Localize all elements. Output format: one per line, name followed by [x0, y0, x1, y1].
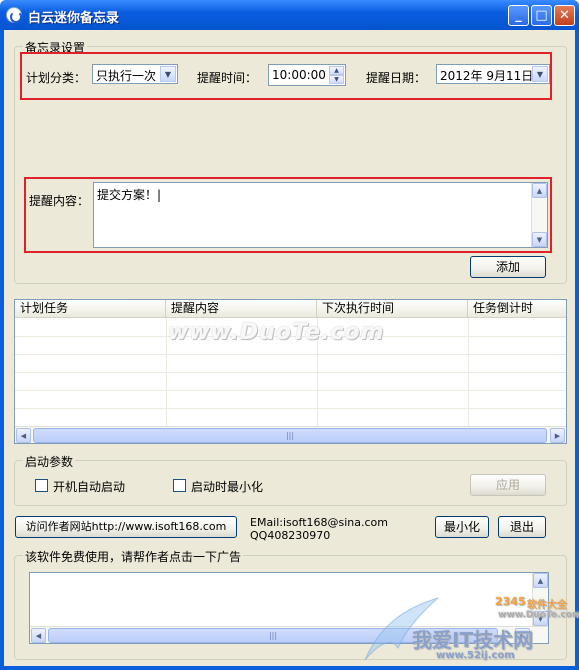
spin-down-icon[interactable]: ▼	[329, 75, 344, 84]
column-header-remind-content[interactable]: 提醒内容	[166, 300, 317, 318]
maximize-icon: □	[535, 8, 548, 23]
brand-2345-watermark: 2345	[495, 595, 526, 608]
app-icon	[6, 7, 22, 23]
window-title: 白云迷你备忘录	[28, 11, 120, 26]
remind-date-value: 2012年 9月11日	[440, 69, 534, 83]
client-area: 备忘录设置 计划分类： 只执行一次 ▼ 提醒时间： 10:00:00 ▲ ▼ 提…	[4, 30, 579, 666]
content-vscrollbar[interactable]: ▲ ▼	[531, 183, 547, 247]
startup-group-title: 启动参数	[23, 453, 76, 470]
remind-date-label: 提醒日期：	[366, 71, 427, 85]
content-textarea[interactable]: 提交方案！| ▲ ▼	[93, 182, 548, 248]
grid-line	[15, 372, 566, 373]
scroll-left-icon[interactable]: ◀	[31, 628, 46, 643]
remind-time-input[interactable]: 10:00:00 ▲ ▼	[268, 64, 346, 86]
auto-start-label[interactable]: 开机自动启动	[53, 478, 125, 495]
plan-type-select[interactable]: 只执行一次 ▼	[92, 64, 178, 84]
content-value: 提交方案！|	[97, 188, 162, 202]
calendar-dropdown-icon[interactable]: ▼	[532, 66, 548, 82]
site-domain-watermark: www.52ij.com	[436, 650, 515, 661]
maximize-window-button[interactable]: □	[531, 5, 552, 26]
site-url-watermark: www.DuoTe.com	[498, 610, 579, 620]
scroll-right-icon[interactable]: ▶	[550, 428, 565, 443]
minimize-button[interactable]: 最小化	[435, 516, 489, 538]
auto-start-checkbox[interactable]	[35, 479, 48, 492]
minimize-window-button[interactable]: _	[508, 5, 529, 26]
email-text: EMail:isoft168@sina.com	[250, 516, 388, 529]
visit-author-site-button[interactable]: 访问作者网站http://www.isoft168.com	[15, 516, 237, 538]
brand-suffix-watermark: 软件大全	[527, 600, 567, 611]
title-bar[interactable]: 白云迷你备忘录 _ □ ✕	[0, 0, 579, 30]
column-header-countdown[interactable]: 任务倒计时	[468, 300, 566, 318]
chevron-down-icon[interactable]: ▼	[160, 66, 176, 82]
start-minimized-label[interactable]: 启动时最小化	[191, 478, 263, 495]
close-icon: ✕	[559, 8, 570, 23]
column-header-next-run[interactable]: 下次执行时间	[317, 300, 468, 318]
close-window-button[interactable]: ✕	[554, 5, 575, 26]
content-label: 提醒内容：	[29, 194, 90, 208]
grid-line	[15, 408, 566, 409]
remind-date-picker[interactable]: 2012年 9月11日 ▼	[436, 64, 550, 84]
start-minimized-checkbox[interactable]	[173, 479, 186, 492]
grid-line	[15, 390, 566, 391]
task-list-header: 计划任务 提醒内容 下次执行时间 任务倒计时	[15, 300, 566, 318]
hscroll-thumb[interactable]: |||	[33, 428, 547, 443]
spin-up-icon[interactable]: ▲	[329, 66, 344, 75]
scroll-left-icon[interactable]: ◀	[16, 428, 31, 443]
app-window: 白云迷你备忘录 _ □ ✕ 备忘录设置 计划分类： 只执行一次 ▼ 提醒时间： …	[0, 0, 579, 670]
scroll-down-icon[interactable]: ▼	[532, 232, 547, 247]
column-header-plan-task[interactable]: 计划任务	[15, 300, 166, 318]
qq-text: QQ408230970	[250, 529, 331, 542]
scroll-up-icon[interactable]: ▲	[533, 573, 548, 588]
remind-time-label: 提醒时间：	[197, 71, 258, 85]
apply-button[interactable]: 应用	[470, 474, 546, 496]
remind-time-value: 10:00:00	[272, 68, 326, 82]
add-button[interactable]: 添加	[470, 256, 546, 278]
duote-watermark: www.DuoTe.com	[168, 320, 385, 345]
plan-type-value: 只执行一次	[96, 69, 157, 83]
exit-button[interactable]: 退出	[498, 516, 546, 538]
ads-group-title: 该软件免费使用，请帮作者点击一下广告	[23, 548, 244, 565]
minimize-icon: _	[515, 8, 522, 23]
site-slogan-watermark: 我爱IT技术网	[412, 628, 534, 652]
grid-line	[15, 354, 566, 355]
scroll-up-icon[interactable]: ▲	[532, 183, 547, 198]
task-list-hscrollbar[interactable]: ◀ ||| ▶	[15, 426, 566, 443]
plan-type-label: 计划分类：	[26, 71, 87, 85]
